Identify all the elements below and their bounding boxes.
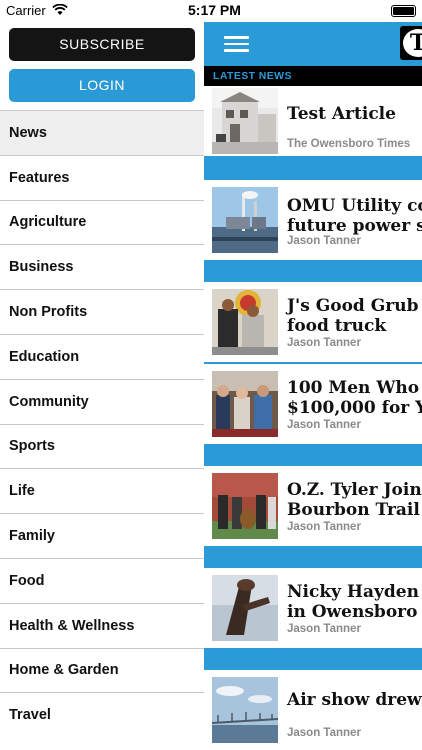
menu-item-food[interactable]: Food <box>0 557 204 603</box>
side-drawer: SUBSCRIBE LOGIN News Features Agricultur… <box>0 22 204 750</box>
menu-item-news[interactable]: News <box>0 110 204 155</box>
menu-list: News Features Agriculture Business Non P… <box>0 110 204 737</box>
article-card[interactable]: Nicky Hayden s in Owensboro Jason Tanner <box>204 568 422 648</box>
wifi-icon <box>52 4 68 15</box>
article-title: Test Article <box>287 104 396 124</box>
menu-item-sports[interactable]: Sports <box>0 423 204 469</box>
article-author: The Owensboro Times <box>287 138 411 150</box>
article-thumbnail <box>212 677 278 743</box>
article-thumbnail <box>212 187 278 253</box>
article-author: Jason Tanner <box>287 521 361 533</box>
menu-item-agriculture[interactable]: Agriculture <box>0 199 204 245</box>
article-card[interactable]: J's Good Grub la food truck Jason Tanner <box>204 282 422 362</box>
article-title: OMU Utility co future power su <box>287 196 422 236</box>
article-thumbnail <box>212 473 278 539</box>
status-bar: Carrier 5:17 PM <box>0 0 422 22</box>
article-author: Jason Tanner <box>287 727 361 739</box>
menu-item-health-wellness[interactable]: Health & Wellness <box>0 602 204 648</box>
menu-item-family[interactable]: Family <box>0 513 204 558</box>
article-author: Jason Tanner <box>287 623 361 635</box>
article-author: Jason Tanner <box>287 419 361 431</box>
carrier-label: Carrier <box>6 3 46 18</box>
article-title: J's Good Grub la food truck <box>287 296 419 336</box>
article-title: O.Z. Tyler Joins Bourbon Trail <box>287 480 422 520</box>
latest-news-header: LATEST NEWS <box>204 66 422 86</box>
hamburger-menu-icon[interactable] <box>224 36 249 52</box>
menu-item-home-garden[interactable]: Home & Garden <box>0 647 204 693</box>
menu-item-non-profits[interactable]: Non Profits <box>0 289 204 334</box>
logo-letter: T <box>403 29 422 57</box>
article-card[interactable]: O.Z. Tyler Joins Bourbon Trail Jason Tan… <box>204 466 422 546</box>
menu-item-life[interactable]: Life <box>0 468 204 513</box>
article-card[interactable]: OMU Utility co future power su Jason Tan… <box>204 180 422 260</box>
menu-item-business[interactable]: Business <box>0 244 204 289</box>
menu-item-features[interactable]: Features <box>0 154 204 200</box>
clock: 5:17 PM <box>188 2 241 18</box>
login-button[interactable]: LOGIN <box>9 69 195 102</box>
article-card[interactable]: Test Article The Owensboro Times <box>204 86 422 156</box>
news-feed-panel: T LATEST NEWS Test Article The Owensboro… <box>204 22 422 750</box>
article-thumbnail <box>212 88 278 154</box>
article-title: Air show drew r <box>287 690 422 710</box>
article-card[interactable]: Air show drew r Jason Tanner <box>204 670 422 750</box>
battery-icon <box>391 5 416 17</box>
menu-item-community[interactable]: Community <box>0 378 204 424</box>
article-card[interactable]: 100 Men Who C $100,000 for YI Jason Tann… <box>204 364 422 444</box>
menu-item-education[interactable]: Education <box>0 333 204 379</box>
menu-item-travel[interactable]: Travel <box>0 692 204 737</box>
article-author: Jason Tanner <box>287 235 361 247</box>
article-thumbnail <box>212 575 278 641</box>
article-title: 100 Men Who C $100,000 for YI <box>287 378 422 418</box>
times-logo: T <box>400 26 422 60</box>
subscribe-button[interactable]: SUBSCRIBE <box>9 28 195 61</box>
article-thumbnail <box>212 371 278 437</box>
top-bar: T <box>204 22 422 66</box>
article-author: Jason Tanner <box>287 337 361 349</box>
article-thumbnail <box>212 289 278 355</box>
article-title: Nicky Hayden s in Owensboro <box>287 582 419 622</box>
